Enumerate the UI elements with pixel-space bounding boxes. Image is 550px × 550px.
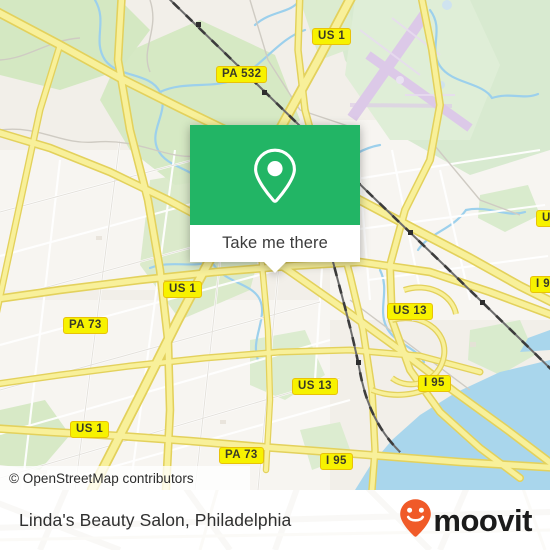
moovit-pin-smiley-icon: [399, 498, 432, 543]
map-road-label: PA 532: [216, 66, 268, 83]
map-road-label: I 95: [418, 375, 451, 392]
take-me-there-label: Take me there: [222, 234, 328, 252]
take-me-there-button[interactable]: Take me there: [190, 225, 360, 262]
map-road-label: I 9: [530, 276, 550, 293]
popup-pointer-tail: [264, 262, 286, 273]
footer-bar: Linda's Beauty Salon, Philadelphia moovi…: [0, 490, 550, 550]
map-road-label: US: [536, 210, 550, 227]
map-pin-icon: [252, 147, 298, 204]
map-road-label: US 13: [387, 303, 433, 320]
map-road-label: US 13: [292, 378, 338, 395]
moovit-wordmark: moovit: [433, 502, 532, 538]
location-popup-card[interactable]: Take me there: [190, 125, 360, 273]
map-attribution: © OpenStreetMap contributors: [0, 466, 250, 490]
popup-marker-panel: [190, 125, 360, 225]
map-road-label: PA 73: [219, 447, 264, 464]
screenshot-root: US 1 PA 532 US 1 US 13 PA 73 US 13 I 95 …: [0, 0, 550, 550]
map-road-label: US 1: [163, 281, 203, 298]
moovit-brand[interactable]: moovit: [399, 498, 532, 543]
map-road-label: US 1: [312, 28, 352, 45]
map-canvas[interactable]: US 1 PA 532 US 1 US 13 PA 73 US 13 I 95 …: [0, 0, 550, 490]
map-road-label: US 1: [70, 421, 110, 438]
place-title: Linda's Beauty Salon, Philadelphia: [19, 509, 292, 530]
map-road-label: I 95: [320, 453, 353, 470]
map-road-label: PA 73: [63, 317, 108, 334]
